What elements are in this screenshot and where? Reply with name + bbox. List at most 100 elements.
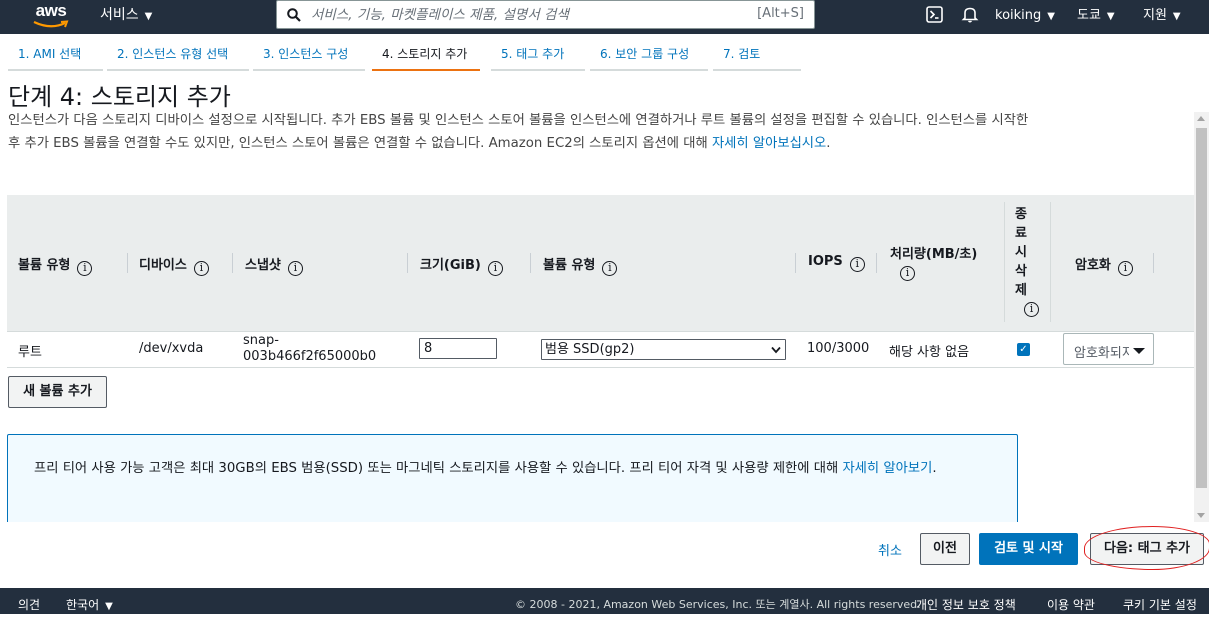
col-device-label: 디바이스 [139, 258, 187, 273]
region-menu[interactable]: 도쿄 ▼ [1077, 2, 1115, 36]
snapshot-id-part1: snap- [243, 333, 279, 348]
description-end: . [826, 136, 831, 151]
col-volume-type: 볼륨 유형 i [18, 254, 93, 276]
support-menu[interactable]: 지원 ▼ [1143, 2, 1181, 36]
caret-down-icon: ▼ [1106, 11, 1115, 22]
col-device: 디바이스 i [139, 254, 209, 276]
column-separator [530, 253, 531, 273]
vertical-scrollbar[interactable] [1194, 112, 1209, 522]
info-icon[interactable]: i [849, 257, 865, 272]
services-label: 서비스 [100, 7, 139, 23]
col-size: 크기(GiB) i [420, 254, 503, 276]
column-separator [1004, 202, 1005, 322]
feedback-link[interactable]: 의견 [18, 588, 40, 622]
col-snapshot: 스냅샷 i [245, 254, 303, 276]
cell-iops: 100/3000 [807, 341, 870, 356]
col-snapshot-label: 스냅샷 [245, 258, 281, 273]
col-volume-kind-label: 볼륨 유형 [543, 258, 596, 273]
free-tier-text: 프리 티어 사용 가능 고객은 최대 30GB의 EBS 범용(SSD) 또는 … [34, 461, 843, 476]
description-text: 인스턴스가 다음 스토리지 디바이스 설정으로 시작됩니다. 추가 EBS 볼륨… [8, 113, 1029, 151]
wizard-steps: 1. AMI 선택 2. 인스턴스 유형 선택 3. 인스턴스 구성 4. 스토… [0, 40, 1209, 72]
column-separator [795, 253, 796, 273]
review-and-launch-button[interactable]: 검토 및 시작 [979, 533, 1078, 565]
scroll-down-icon[interactable] [1197, 513, 1205, 518]
search-icon [287, 8, 301, 22]
col-encryption-label: 암호화 [1075, 258, 1111, 273]
tab-security-group[interactable]: 6. 보안 그룹 구성 [590, 40, 708, 71]
cloudshell-icon[interactable] [926, 6, 943, 24]
tab-ami[interactable]: 1. AMI 선택 [8, 40, 103, 71]
tab-add-tags[interactable]: 5. 태그 추가 [491, 40, 585, 71]
col-throughput-label: 처리량(MB/초) [890, 247, 978, 262]
tab-review[interactable]: 7. 검토 [713, 40, 801, 71]
cookie-preferences-link[interactable]: 쿠키 기본 설정 [1123, 588, 1197, 622]
caret-down-icon: ▼ [144, 11, 153, 22]
cell-device: /dev/xvda [139, 341, 204, 356]
language-label: 한국어 [66, 598, 100, 612]
footer: 의견 한국어 ▼ © 2008 - 2021, Amazon Web Servic… [0, 588, 1209, 614]
col-iops: IOPS i [808, 254, 865, 272]
free-tier-info-text: 프리 티어 사용 가능 고객은 최대 30GB의 EBS 범용(SSD) 또는 … [34, 457, 999, 480]
column-separator [1050, 202, 1051, 322]
add-volume-button[interactable]: 새 볼륨 추가 [8, 376, 107, 408]
learn-more-storage-link[interactable]: 자세히 알아보십시오 [712, 136, 826, 151]
language-selector[interactable]: 한국어 ▼ [66, 588, 113, 624]
aws-logo-text: aws [35, 1, 67, 20]
cancel-link[interactable]: 취소 [878, 540, 902, 559]
search-box[interactable]: [Alt+S] [276, 0, 815, 29]
col-volume-type-label: 볼륨 유형 [18, 258, 71, 273]
caret-down-icon [1133, 348, 1145, 354]
col-iops-label: IOPS [808, 254, 843, 269]
tab-configure-instance[interactable]: 3. 인스턴스 구성 [253, 40, 365, 71]
cell-throughput: 해당 사항 없음 [889, 345, 970, 360]
tab-add-storage[interactable]: 4. 스토리지 추가 [372, 40, 480, 71]
user-name: koiking [995, 8, 1042, 23]
tab-instance-type[interactable]: 2. 인스턴스 유형 선택 [107, 40, 249, 71]
info-icon[interactable]: i [287, 261, 303, 276]
info-icon[interactable]: i [1117, 261, 1133, 276]
col-delete-on-termination: 종료시삭제 [1015, 207, 1027, 298]
volume-type-select[interactable]: 범용 SSD(gp2) [541, 339, 786, 360]
services-menu[interactable]: 서비스 ▼ [100, 0, 152, 34]
size-input[interactable] [419, 338, 497, 359]
caret-down-icon: ▼ [1047, 11, 1055, 22]
encryption-select[interactable]: 암호화되지 않음 [1063, 333, 1154, 365]
scroll-up-icon[interactable] [1197, 116, 1205, 121]
next-add-tags-button[interactable]: 다음: 태그 추가 [1090, 533, 1204, 565]
info-icon[interactable]: i [1024, 302, 1039, 317]
info-icon[interactable]: i [900, 266, 915, 281]
aws-smile-icon [33, 20, 69, 28]
delete-on-termination-checkbox[interactable]: ✓ [1017, 343, 1030, 356]
column-separator [127, 253, 128, 273]
previous-button[interactable]: 이전 [920, 533, 970, 565]
top-navigation-bar: aws 서비스 ▼ [Alt+S] koiking ▼ 도쿄 ▼ [0, 0, 1209, 34]
terms-link[interactable]: 이용 약관 [1047, 588, 1095, 622]
column-separator [407, 253, 408, 273]
col-throughput: 처리량(MB/초) i [890, 243, 977, 281]
info-icon[interactable]: i [487, 261, 503, 276]
info-icon[interactable]: i [602, 261, 618, 276]
info-icon[interactable]: i [193, 261, 209, 276]
column-separator [876, 253, 877, 273]
bell-icon[interactable] [961, 5, 979, 25]
privacy-policy-link[interactable]: 개인 정보 보호 정책 [916, 588, 1016, 622]
cell-snapshot: snap- 003b466f2f65000b0 [243, 333, 376, 365]
free-tier-info-box: 프리 티어 사용 가능 고객은 최대 30GB의 EBS 범용(SSD) 또는 … [7, 434, 1018, 534]
chevron-down-icon [771, 340, 781, 361]
scroll-thumb[interactable] [1196, 128, 1207, 488]
page-description: 인스턴스가 다음 스토리지 디바이스 설정으로 시작됩니다. 추가 EBS 볼륨… [8, 109, 1038, 155]
region-name: 도쿄 [1077, 8, 1101, 23]
support-label: 지원 [1143, 8, 1167, 23]
free-tier-learn-more-link[interactable]: 자세히 알아보기 [842, 461, 932, 476]
caret-down-icon: ▼ [1172, 11, 1181, 22]
column-separator [1153, 253, 1154, 273]
info-icon[interactable]: i [77, 261, 93, 276]
cell-volume-type: 루트 [18, 345, 42, 360]
aws-logo[interactable]: aws [30, 0, 72, 34]
encryption-value: 암호화되지 않음 [1074, 346, 1129, 361]
col-size-label: 크기(GiB) [420, 258, 481, 273]
search-input[interactable] [311, 4, 731, 25]
copyright-text: © 2008 - 2021, Amazon Web Services, Inc.… [515, 598, 921, 611]
col-volume-kind: 볼륨 유형 i [543, 254, 618, 276]
user-menu[interactable]: koiking ▼ [995, 2, 1055, 36]
